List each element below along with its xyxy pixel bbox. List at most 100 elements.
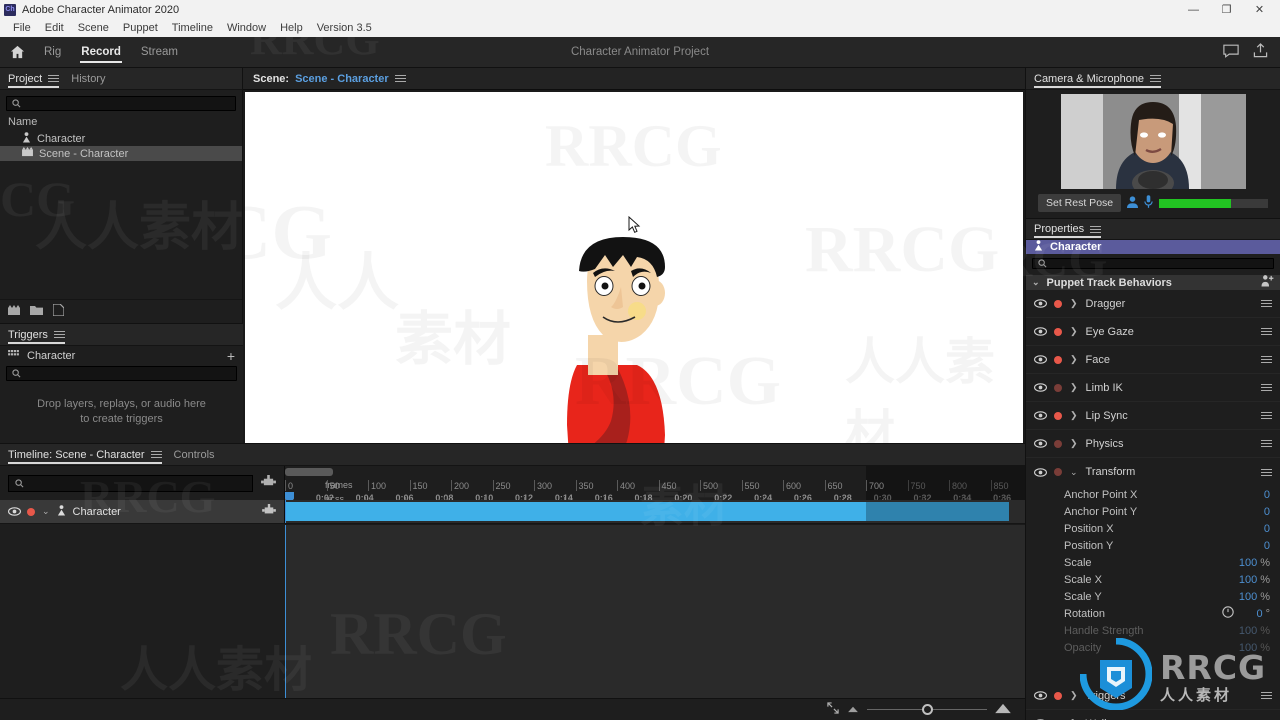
arm-record-toggle[interactable]	[1054, 439, 1062, 448]
timeline-clip-extension[interactable]	[866, 502, 1009, 521]
menu-window[interactable]: Window	[220, 19, 273, 37]
stopwatch-icon[interactable]	[1222, 606, 1235, 621]
timeline-track-character[interactable]: ⌄ Character	[0, 500, 1025, 524]
property-row-scale-y[interactable]: Scale Y 100 %	[1026, 588, 1280, 605]
tab-properties[interactable]: Properties	[1034, 218, 1102, 240]
new-folder-icon[interactable]	[30, 305, 43, 319]
behavior-row-face[interactable]: ❯ Face	[1026, 346, 1280, 374]
behavior-row-walk[interactable]: ❯ Walk	[1026, 710, 1280, 720]
panel-menu-icon[interactable]	[1090, 224, 1102, 235]
behavior-row-eye-gaze[interactable]: ❯ Eye Gaze	[1026, 318, 1280, 346]
property-value[interactable]: 0	[1264, 540, 1270, 552]
property-row-rotation[interactable]: Rotation 0 °	[1026, 605, 1280, 622]
scene-name[interactable]: Scene - Character	[295, 73, 389, 85]
property-row-scale[interactable]: Scale 100 %	[1026, 554, 1280, 571]
menu-scene[interactable]: Scene	[71, 19, 116, 37]
puppet-track-behaviors-header[interactable]: ⌄ Puppet Track Behaviors	[1026, 275, 1280, 290]
tab-controls[interactable]: Controls	[174, 444, 215, 466]
behavior-menu-icon[interactable]	[1261, 438, 1272, 449]
add-trigger-button[interactable]: +	[227, 349, 235, 363]
behavior-row-limb-ik[interactable]: ❯ Limb IK	[1026, 374, 1280, 402]
menu-puppet[interactable]: Puppet	[116, 19, 165, 37]
triggers-puppet-row[interactable]: Character +	[0, 346, 243, 366]
behavior-row-triggers[interactable]: ❯ Triggers	[1026, 682, 1280, 710]
chevron-down-icon[interactable]: ⌄	[42, 506, 50, 517]
arm-record-toggle[interactable]	[1054, 327, 1062, 336]
timeline-zoom-slider[interactable]	[867, 704, 987, 715]
zoom-in-icon[interactable]	[995, 703, 1011, 717]
home-icon[interactable]	[0, 45, 34, 59]
maximize-button[interactable]: ❐	[1210, 0, 1243, 19]
add-behavior-icon[interactable]	[1261, 275, 1274, 290]
menu-file[interactable]: File	[6, 19, 38, 37]
behavior-menu-icon[interactable]	[1261, 382, 1272, 393]
tab-rig[interactable]: Rig	[34, 37, 71, 68]
camera-icon[interactable]	[1127, 195, 1139, 211]
property-value[interactable]: 100	[1239, 574, 1257, 586]
chevron-right-icon[interactable]: ❯	[1070, 382, 1078, 393]
arm-record-toggle[interactable]	[1054, 299, 1062, 308]
fit-icon[interactable]	[827, 702, 839, 717]
behavior-menu-icon[interactable]	[1261, 690, 1272, 701]
menu-timeline[interactable]: Timeline	[165, 19, 220, 37]
playhead-handle[interactable]	[285, 492, 294, 500]
visibility-eye-icon[interactable]	[1033, 467, 1048, 477]
timeline-empty-area[interactable]	[285, 524, 1025, 698]
visibility-eye-icon[interactable]	[1033, 439, 1048, 448]
chevron-right-icon[interactable]: ❯	[1070, 410, 1078, 421]
arm-record-toggle[interactable]	[27, 507, 35, 516]
timeline-clip[interactable]	[285, 502, 866, 521]
selected-puppet-row[interactable]: Character	[1026, 240, 1280, 254]
close-button[interactable]: ✕	[1243, 0, 1276, 19]
property-value[interactable]: 0	[1264, 523, 1270, 535]
chevron-right-icon[interactable]: ❯	[1070, 298, 1078, 309]
property-row-anchor-point-x[interactable]: Anchor Point X 0	[1026, 486, 1280, 503]
visibility-eye-icon[interactable]	[1033, 691, 1048, 700]
property-value[interactable]: 0	[1264, 506, 1270, 518]
behavior-menu-icon[interactable]	[1261, 298, 1272, 309]
visibility-eye-icon[interactable]	[7, 507, 22, 516]
property-row-position-x[interactable]: Position X 0	[1026, 520, 1280, 537]
new-item-icon[interactable]	[52, 303, 65, 319]
behavior-menu-icon[interactable]	[1261, 354, 1272, 365]
behavior-row-lip-sync[interactable]: ❯ Lip Sync	[1026, 402, 1280, 430]
project-item-scene-character[interactable]: Scene - Character	[0, 146, 242, 161]
set-rest-pose-button[interactable]: Set Rest Pose	[1038, 194, 1122, 212]
chevron-down-icon[interactable]: ⌄	[1032, 277, 1040, 288]
behavior-menu-icon[interactable]	[1261, 467, 1272, 478]
timeline-ruler[interactable]: frames m:ss 0 50 100 150 200 250 300 350 400 450 5…	[285, 466, 1025, 500]
microphone-icon[interactable]	[1144, 195, 1153, 211]
visibility-eye-icon[interactable]	[1033, 411, 1048, 420]
arm-record-toggle[interactable]	[1054, 411, 1062, 420]
property-row-position-y[interactable]: Position Y 0	[1026, 537, 1280, 554]
tab-record[interactable]: Record	[71, 37, 131, 68]
menu-edit[interactable]: Edit	[38, 19, 71, 37]
panel-menu-icon[interactable]	[48, 73, 60, 84]
panel-menu-icon[interactable]	[1150, 73, 1162, 84]
property-value[interactable]: 0	[1264, 489, 1270, 501]
property-value[interactable]: 0	[1256, 608, 1262, 620]
tab-stream[interactable]: Stream	[131, 37, 188, 68]
track-header[interactable]: ⌄ Character	[0, 500, 285, 523]
behavior-menu-icon[interactable]	[1261, 326, 1272, 337]
project-item-character[interactable]: Character	[0, 131, 242, 146]
property-row-anchor-point-y[interactable]: Anchor Point Y 0	[1026, 503, 1280, 520]
chevron-right-icon[interactable]: ❯	[1070, 354, 1078, 365]
panel-menu-icon[interactable]	[53, 329, 65, 340]
track-clip-area[interactable]	[285, 500, 1025, 523]
chevron-right-icon[interactable]: ❯	[1070, 690, 1078, 701]
arm-record-toggle[interactable]	[1054, 383, 1062, 392]
minimize-button[interactable]: —	[1177, 0, 1210, 19]
properties-search-input[interactable]	[1032, 258, 1274, 269]
zoom-slider-knob[interactable]	[922, 704, 933, 715]
panel-menu-icon[interactable]	[394, 73, 406, 84]
snap-icon[interactable]	[262, 504, 276, 519]
zoom-out-icon[interactable]	[847, 704, 859, 716]
behavior-row-physics[interactable]: ❯ Physics	[1026, 430, 1280, 458]
visibility-eye-icon[interactable]	[1033, 383, 1048, 392]
timeline-search-input[interactable]	[8, 474, 253, 492]
arm-record-toggle[interactable]	[1054, 691, 1062, 700]
snap-icon[interactable]	[261, 475, 276, 491]
tab-project[interactable]: Project	[8, 68, 60, 90]
chevron-right-icon[interactable]: ❯	[1070, 438, 1078, 449]
